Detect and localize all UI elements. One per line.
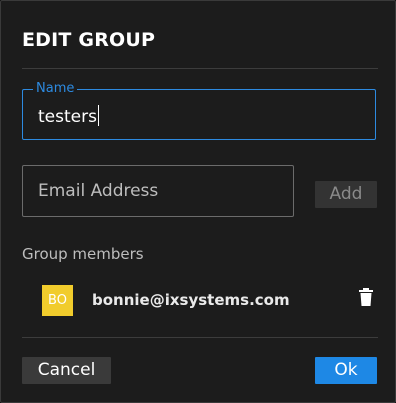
name-field[interactable]: Name testers xyxy=(22,81,376,140)
ok-button[interactable]: Ok xyxy=(315,357,377,384)
text-caret xyxy=(97,105,99,126)
name-field-label: Name xyxy=(33,81,78,97)
dialog-title: EDIT GROUP xyxy=(22,29,156,51)
email-address-field[interactable]: Email Address xyxy=(22,165,294,217)
edit-group-dialog: EDIT GROUP Name testers Email Address Ad… xyxy=(0,0,396,403)
trash-icon[interactable] xyxy=(359,288,373,306)
email-address-placeholder: Email Address xyxy=(38,181,159,201)
cancel-button[interactable]: Cancel xyxy=(22,357,111,384)
name-input-value: testers xyxy=(38,107,97,127)
footer-divider xyxy=(22,337,378,338)
member-list-item: BO bonnie@ixsystems.com xyxy=(22,283,378,319)
avatar: BO xyxy=(42,285,73,316)
add-member-button[interactable]: Add xyxy=(315,181,377,208)
name-input[interactable]: testers xyxy=(38,105,99,127)
member-email: bonnie@ixsystems.com xyxy=(92,291,290,309)
group-members-label: Group members xyxy=(22,245,144,263)
header-divider xyxy=(22,68,378,69)
